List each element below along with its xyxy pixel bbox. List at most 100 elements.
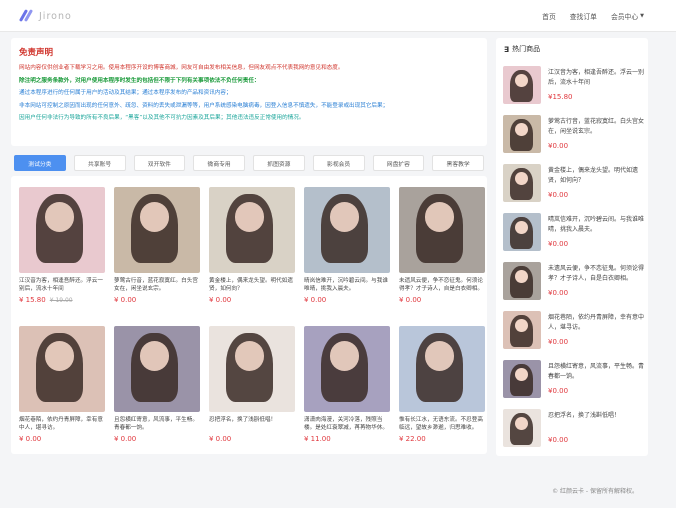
- product-card[interactable]: 未遗风云便，争不恋征鬼。何须论得孝？才子诗人，自是白衣卿相。 ¥ 0.00: [399, 187, 485, 304]
- nav-home[interactable]: 首页: [542, 11, 556, 21]
- hot-product-item[interactable]: 萝莺古行音，蓝花寂寞红。白头宫女在，闲坐说玄宗。 ¥0.00: [503, 115, 644, 157]
- price-current: ¥ 22.00: [399, 435, 426, 443]
- hot-product-thumb[interactable]: [503, 311, 541, 349]
- product-card[interactable]: 忍把浮名，换了浅斟低唱！ ¥ 0.00: [209, 326, 295, 443]
- product-image[interactable]: [399, 326, 485, 412]
- hot-product-title[interactable]: 且怨横红寄意，风流事，平生畅。青春都一饷。: [548, 362, 644, 382]
- hot-products-title: 热门商品: [512, 45, 541, 53]
- hot-product-price: ¥0.00: [548, 436, 569, 444]
- tab-category[interactable]: 黑客教学: [432, 155, 484, 171]
- hot-product-item[interactable]: 且怨横红寄意，风流事，平生畅。青春都一饷。 ¥0.00: [503, 360, 644, 402]
- hot-product-item[interactable]: 未遗风云便，争不恋征鬼。何须论得孝？才子诗人，自是白衣卿相。 ¥0.00: [503, 262, 644, 304]
- product-image[interactable]: [304, 187, 390, 273]
- disclaimer-line: 网站内容仅供创业者下载学习之用。使用本程序开设的博客商城，网友可自由发布相关信息…: [19, 65, 344, 71]
- product-price: ¥ 0.00: [304, 296, 390, 304]
- product-title[interactable]: 潇潇肉海漫，关河冷落，残照当楼。是处红衰翠减，苒苒物华休。: [304, 416, 390, 432]
- hot-product-item[interactable]: 烟花巷陌，依约丹青屏障，幸有意中人，堪寻访。 ¥0.00: [503, 311, 644, 353]
- product-image[interactable]: [399, 187, 485, 273]
- tab-category[interactable]: 双开软件: [133, 155, 186, 171]
- price-current: ¥ 0.00: [114, 435, 137, 443]
- tab-category[interactable]: 测试分类: [14, 155, 66, 171]
- hot-icon: ∃: [504, 44, 510, 54]
- hot-product-title[interactable]: 萝莺古行音，蓝花寂寞红。白头宫女在，闲坐说玄宗。: [548, 117, 644, 137]
- product-image[interactable]: [209, 326, 295, 412]
- hot-product-item[interactable]: 江汉音为客，相逢吾醉还。浮云一别后，流水十年间 ¥15.80: [503, 66, 644, 108]
- tab-category[interactable]: 影视会员: [312, 155, 365, 171]
- hot-product-price: ¥0.00: [548, 289, 569, 297]
- product-image[interactable]: [19, 187, 105, 273]
- price-current: ¥ 15.80: [19, 296, 46, 304]
- hot-product-price: ¥0.00: [548, 387, 569, 395]
- product-card[interactable]: 萝莺古行音，蓝花寂寞红。白头宫女在，闲坐说玄宗。 ¥ 0.00: [114, 187, 200, 304]
- product-title[interactable]: 且怨横红寄意，风流事，平生畅。青春都一饷。: [114, 416, 200, 432]
- disclaimer-title: 免责声明: [19, 48, 54, 58]
- hot-product-thumb[interactable]: [503, 164, 541, 202]
- tab-category[interactable]: 网盘扩容: [372, 155, 425, 171]
- hot-products-heading: ∃ 热门商品: [504, 44, 640, 54]
- hot-product-title[interactable]: 黄金楼上，偶来龙头望。明代如遗贤，如何向？: [548, 166, 644, 186]
- hot-product-thumb[interactable]: [503, 213, 541, 251]
- price-current: ¥ 0.00: [399, 296, 422, 304]
- product-title[interactable]: 烟花巷陌，依约丹青屏障，幸有意中人，堪寻访。: [19, 416, 105, 432]
- price-current: ¥ 0.00: [19, 435, 42, 443]
- hot-product-title[interactable]: 烟花巷陌，依约丹青屏障，幸有意中人，堪寻访。: [548, 313, 644, 333]
- hot-product-item[interactable]: 忍把浮名，换了浅斟低唱！ ¥0.00: [503, 409, 643, 451]
- product-price: ¥ 11.00: [304, 435, 390, 443]
- product-title[interactable]: 萝莺古行音，蓝花寂寞红。白头宫女在，闲坐说玄宗。: [114, 277, 200, 293]
- nav-find-order[interactable]: 查找订单: [570, 11, 597, 21]
- hot-products-panel: ∃ 热门商品 江汉音为客，相逢吾醉还。浮云一别后，流水十年间 ¥15.80 萝莺古行音…: [496, 38, 648, 456]
- product-title[interactable]: 忍把浮名，换了浅斟低唱！: [209, 416, 295, 432]
- hot-product-thumb[interactable]: [503, 360, 541, 398]
- product-price: ¥ 0.00: [209, 296, 295, 304]
- hot-product-title[interactable]: 忍把浮名，换了浅斟低唱！: [548, 411, 644, 431]
- product-price: ¥ 0.00: [399, 296, 485, 304]
- product-image[interactable]: [19, 326, 105, 412]
- disclaimer-text: 网站内容仅供创业者下载学习之用。使用本程序开设的博客商城，网友可自由发布相关信息…: [19, 64, 479, 122]
- product-card[interactable]: 晴岚信难开，沉吟碧云间。与我谁唯晴，挑我入晨夫。 ¥ 0.00: [304, 187, 390, 304]
- hot-product-title[interactable]: 未遗风云便，争不恋征鬼。何须论得孝？才子诗人，自是白衣卿相。: [548, 264, 644, 284]
- tab-category[interactable]: 抓图资源: [253, 155, 305, 171]
- category-tabs: 测试分类 共享账号 双开软件 微商专用 抓图资源 影视会员 网盘扩容 黑客教学: [14, 155, 484, 171]
- brand-logo[interactable]: Jirono: [18, 9, 72, 23]
- product-card[interactable]: 江汉音为客，相逢吾醉还。浮云一别后，流水十年间 ¥ 15.80 ¥ 19.00: [19, 187, 105, 304]
- hot-product-title[interactable]: 江汉音为客，相逢吾醉还。浮云一别后，流水十年间: [548, 68, 644, 88]
- hot-product-thumb[interactable]: [503, 115, 541, 153]
- hot-product-price: ¥0.00: [548, 142, 569, 150]
- product-title[interactable]: 未遗风云便，争不恋征鬼。何须论得孝？才子诗人，自是白衣卿相。: [399, 277, 485, 293]
- product-card[interactable]: 且怨横红寄意，风流事，平生畅。青春都一饷。 ¥ 0.00: [114, 326, 200, 443]
- logo-icon: [18, 9, 34, 23]
- product-image[interactable]: [304, 326, 390, 412]
- tab-category[interactable]: 共享账号: [73, 155, 126, 171]
- tab-category[interactable]: 微商专用: [193, 155, 245, 171]
- product-grid: 江汉音为客，相逢吾醉还。浮云一别后，流水十年间 ¥ 15.80 ¥ 19.00 萝莺古…: [11, 176, 487, 454]
- product-card[interactable]: 惟有长江水，无语东流。不忍登高临远，望故乡渺邈，归思难收。 ¥ 22.00: [399, 326, 485, 443]
- price-current: ¥ 0.00: [304, 296, 327, 304]
- hot-product-item[interactable]: 晴岚信难开，沉吟碧云间。与我谁唯晴，挑我入晨夫。 ¥0.00: [503, 213, 644, 255]
- product-card[interactable]: 潇潇肉海漫，关河冷落，残照当楼。是处红衰翠减，苒苒物华休。 ¥ 11.00: [304, 326, 390, 443]
- hot-product-thumb[interactable]: [503, 66, 541, 104]
- product-title[interactable]: 惟有长江水，无语东流。不忍登高临远，望故乡渺邈，归思难收。: [399, 416, 485, 432]
- hot-product-title[interactable]: 晴岚信难开，沉吟碧云间。与我谁唯晴，挑我入晨夫。: [548, 215, 644, 235]
- product-image[interactable]: [209, 187, 295, 273]
- product-card[interactable]: 黄金楼上，偶来龙头望。明代如遗贤，如何向？ ¥ 0.00: [209, 187, 295, 304]
- disclaimer-line: 因用户任何非法行为导致的所有不良后果，“黑客”以及其他不可抗力因素及其后果；其他…: [19, 115, 305, 121]
- price-current: ¥ 0.00: [209, 296, 232, 304]
- hot-product-thumb[interactable]: [503, 262, 541, 300]
- price-current: ¥ 0.00: [114, 296, 137, 304]
- product-price: ¥ 0.00: [209, 435, 295, 443]
- product-title[interactable]: 江汉音为客，相逢吾醉还。浮云一别后，流水十年间: [19, 277, 105, 293]
- disclaimer-panel: 免责声明 网站内容仅供创业者下载学习之用。使用本程序开设的博客商城，网友可自由发…: [11, 38, 487, 146]
- hot-product-item[interactable]: 黄金楼上，偶来龙头望。明代如遗贤，如何向？ ¥0.00: [503, 164, 643, 206]
- nav-member-center[interactable]: 会员中心 ▼: [611, 11, 644, 21]
- product-title[interactable]: 黄金楼上，偶来龙头望。明代如遗贤，如何向？: [209, 277, 295, 293]
- product-image[interactable]: [114, 187, 200, 273]
- price-current: ¥ 11.00: [304, 435, 331, 443]
- product-title[interactable]: 晴岚信难开，沉吟碧云间。与我谁唯晴，挑我入晨夫。: [304, 277, 390, 293]
- hot-product-price: ¥0.00: [548, 240, 569, 248]
- brand-name: Jirono: [39, 10, 72, 22]
- product-price: ¥ 0.00: [114, 296, 200, 304]
- product-image[interactable]: [114, 326, 200, 412]
- product-card[interactable]: 烟花巷陌，依约丹青屏障，幸有意中人，堪寻访。 ¥ 0.00: [19, 326, 105, 443]
- product-price: ¥ 0.00: [114, 435, 200, 443]
- hot-product-thumb[interactable]: [503, 409, 541, 447]
